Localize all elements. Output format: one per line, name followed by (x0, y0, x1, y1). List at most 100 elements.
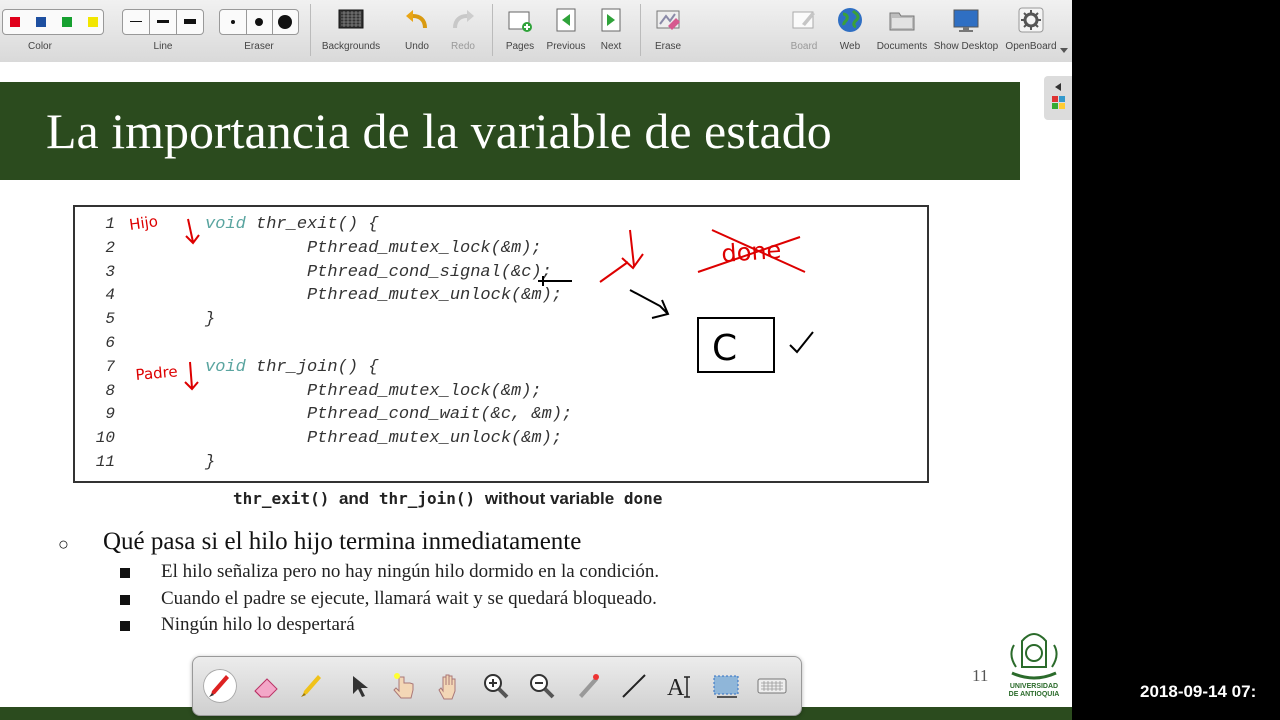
undo-label: Undo (405, 41, 429, 52)
highlighter-icon (301, 675, 321, 697)
code-caption: thr_exit() and thr_join() without variab… (233, 489, 662, 509)
eraser-group: Eraser (219, 0, 299, 62)
eraser-icon (254, 678, 278, 698)
openboard-menu-button[interactable]: OpenBoard (1002, 0, 1060, 62)
eraser-large-button[interactable] (272, 10, 298, 34)
sub-bullet-1: El hilo señaliza pero no hay ningún hilo… (161, 561, 660, 582)
color-yellow-swatch[interactable] (88, 17, 98, 27)
previous-page-icon (556, 8, 576, 32)
next-page-button[interactable]: Next (590, 0, 632, 62)
sub-bullet-marker (120, 595, 130, 605)
gear-icon (1018, 7, 1044, 33)
arrow-pointer-icon (353, 676, 368, 697)
screen-capture-icon (713, 675, 739, 698)
eraser-small-button[interactable] (220, 10, 247, 34)
board-button[interactable]: Board (782, 0, 826, 62)
highlighter-tool-button[interactable] (295, 669, 329, 703)
pages-label: Pages (505, 41, 535, 52)
chevron-down-icon[interactable] (1060, 48, 1068, 54)
top-toolbar: Color Line Eraser Backgrounds Undo Redo … (0, 0, 1072, 63)
annotation-padre: Padre (135, 362, 179, 384)
pen-tool-button[interactable] (203, 669, 237, 703)
line-medium-button[interactable] (150, 10, 177, 34)
laser-pointer-tool-button[interactable] (571, 669, 605, 703)
video-timestamp: 2018-09-14 07: (1140, 682, 1257, 701)
folder-icon (889, 12, 915, 31)
add-page-icon (508, 11, 532, 32)
caption-done: done (623, 489, 663, 508)
toolbar-separator (640, 4, 641, 56)
line-tool-button[interactable] (617, 669, 651, 703)
eraser-tool-button[interactable] (249, 669, 283, 703)
hand-tool-button[interactable] (433, 669, 467, 703)
erase-label: Erase (654, 41, 682, 52)
caption-func-join: thr_join() (378, 489, 476, 508)
text-tool-button[interactable]: A (663, 669, 697, 703)
zoom-in-tool-button[interactable] (479, 669, 513, 703)
interact-tool-button[interactable] (387, 669, 421, 703)
backgrounds-label: Backgrounds (321, 41, 381, 52)
line-thin-button[interactable] (123, 10, 150, 34)
annotation-arrow-padre (184, 361, 199, 391)
annotation-hijo: Hijo (128, 212, 159, 234)
undo-icon (406, 10, 427, 29)
board-icon (792, 11, 815, 29)
web-label: Web (839, 41, 861, 52)
tools-dock: A (192, 656, 802, 716)
side-panel-toggle[interactable] (1044, 76, 1072, 120)
erase-button[interactable]: Erase (646, 0, 690, 62)
undo-button[interactable]: Undo (396, 0, 438, 62)
university-logo: UNIVERSIDAD DE ANTIOQUIA (1002, 627, 1066, 707)
slide-canvas[interactable]: La importancia de la variable de estado … (0, 62, 1072, 720)
slide-page-number: 11 (972, 666, 989, 685)
color-green-swatch[interactable] (62, 17, 72, 27)
selector-tool-button[interactable] (341, 669, 375, 703)
backgrounds-icon (338, 9, 364, 29)
keyboard-tool-button[interactable] (755, 669, 789, 703)
pages-button[interactable]: Pages (498, 0, 542, 62)
board-label: Board (790, 41, 818, 52)
pen-icon (209, 675, 229, 697)
line-width-selector (122, 9, 204, 35)
keyboard-icon (757, 678, 787, 694)
capture-tool-button[interactable] (709, 669, 743, 703)
annotation-done: done (720, 236, 782, 268)
show-desktop-label: Show Desktop (933, 41, 999, 52)
line-group: Line (122, 0, 204, 62)
svg-text:A: A (667, 675, 685, 701)
redo-label: Redo (451, 41, 475, 52)
sub-bullet-2: Cuando el padre se ejecute, llamará wait… (161, 588, 657, 609)
line-icon (622, 674, 646, 698)
previous-page-button[interactable]: Previous (544, 0, 588, 62)
caption-without: without variable (484, 489, 615, 508)
sub-bullet-3: Ningún hilo lo despertará (161, 614, 355, 635)
redo-button[interactable]: Redo (442, 0, 484, 62)
ink-annotations: Hijo Padre done C (128, 212, 814, 391)
toolbar-separator (492, 4, 493, 56)
redo-icon (453, 10, 474, 29)
annotation-c: C (712, 328, 737, 369)
openboard-label: OpenBoard (1005, 41, 1057, 52)
line-thick-button[interactable] (177, 10, 203, 34)
documents-button[interactable]: Documents (874, 0, 930, 62)
text-icon: A (667, 675, 690, 701)
backgrounds-button[interactable]: Backgrounds (318, 0, 384, 62)
cursor-cross-mark (538, 276, 572, 286)
show-desktop-button[interactable]: Show Desktop (932, 0, 1000, 62)
bullet-circle-marker: ○ (58, 534, 69, 554)
next-label: Next (600, 41, 622, 52)
zoom-out-tool-button[interactable] (525, 669, 559, 703)
color-red-swatch[interactable] (10, 17, 20, 27)
eraser-label: Eraser (244, 41, 274, 52)
eraser-medium-button[interactable] (246, 10, 273, 34)
color-blue-swatch[interactable] (36, 17, 46, 27)
annotation-arrow-signal (599, 229, 644, 283)
annotation-arrow-hijo (185, 218, 200, 245)
monitor-icon (953, 9, 979, 32)
laser-pointer-icon (579, 674, 599, 698)
web-button[interactable]: Web (828, 0, 872, 62)
erase-all-icon (656, 10, 680, 30)
logo-text-2: DE ANTIOQUIA (1008, 691, 1060, 698)
caption-func-exit: thr_exit() (233, 489, 330, 508)
zoom-out-icon (530, 674, 555, 699)
